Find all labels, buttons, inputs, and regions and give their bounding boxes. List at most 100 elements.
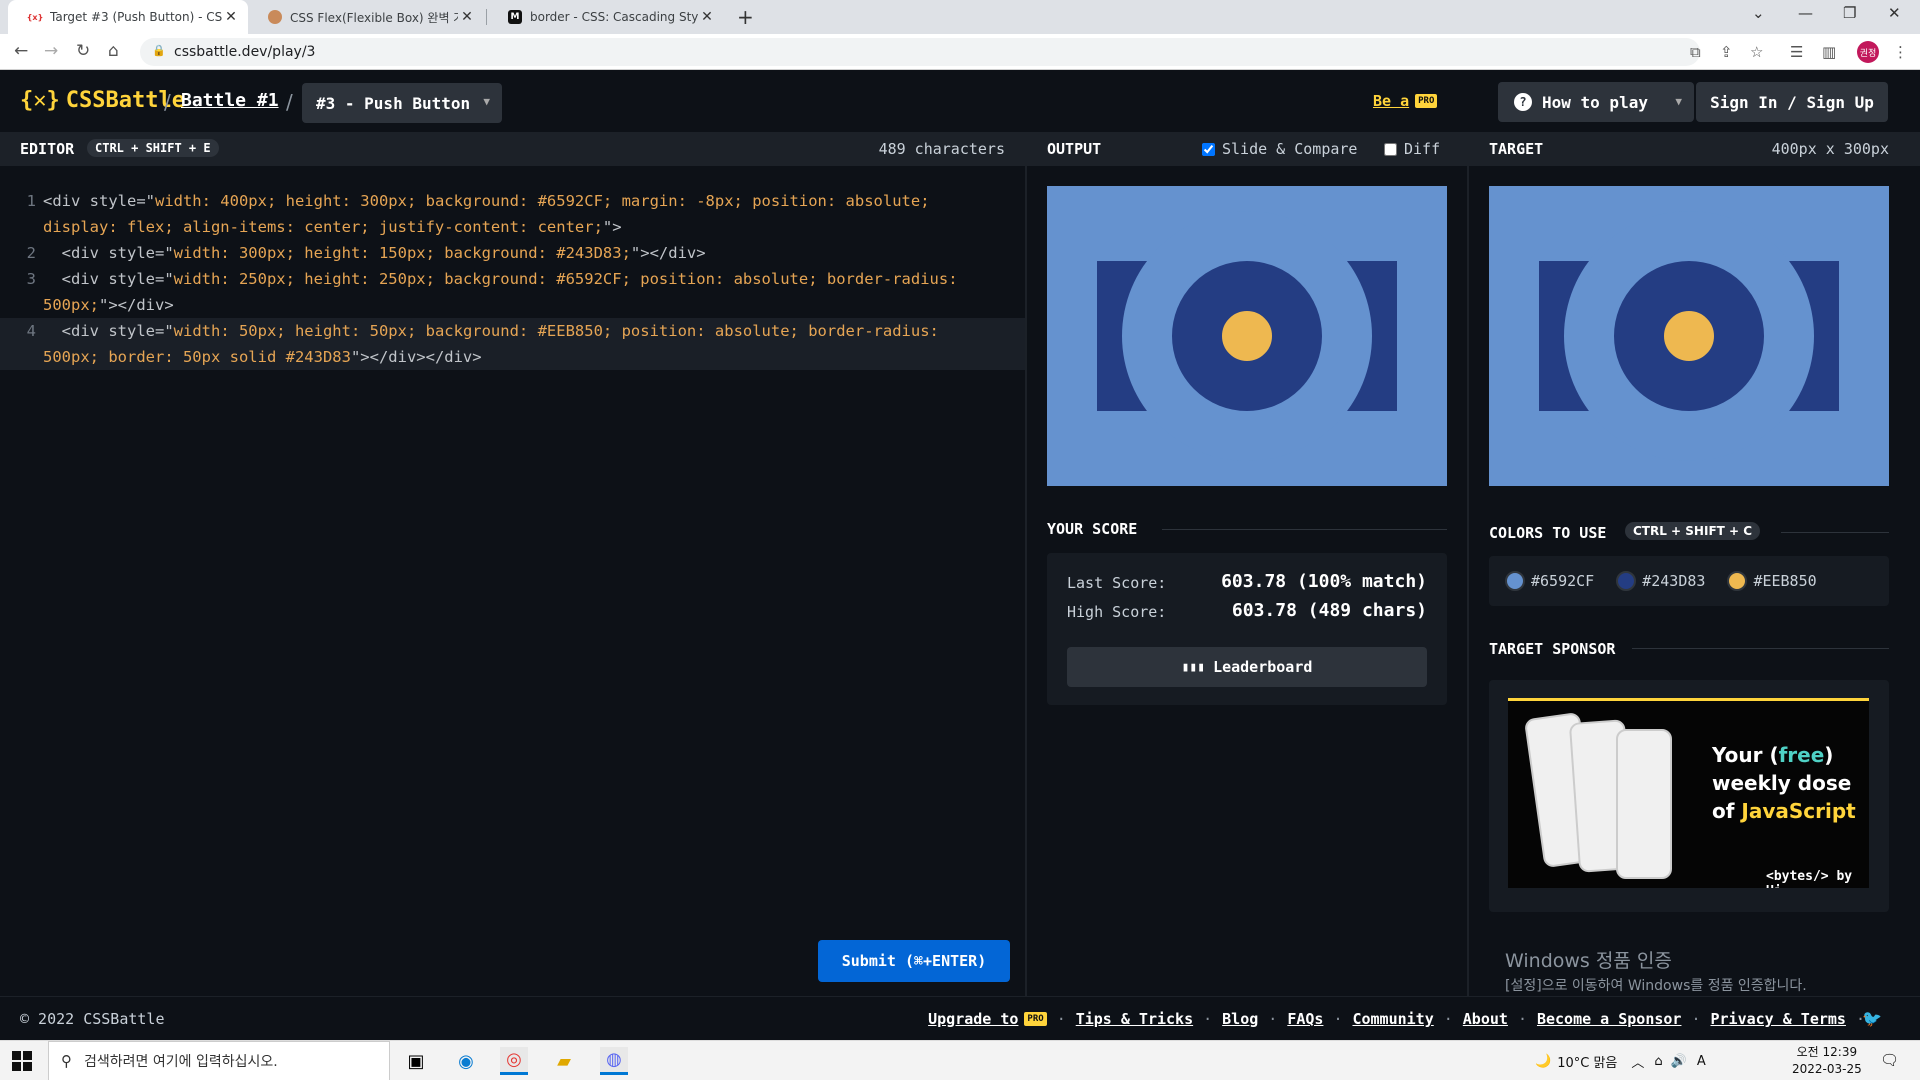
color-swatch[interactable]: #EEB850 bbox=[1727, 571, 1817, 591]
code-line-active[interactable]: 4 <div style="width: 50px; height: 50px;… bbox=[0, 318, 1025, 370]
cssbattle-logo[interactable]: {✕} CSSBattle bbox=[20, 88, 185, 113]
notification-icon[interactable]: 🗨 bbox=[1880, 1051, 1899, 1069]
twitter-icon[interactable]: 🐦 bbox=[1862, 1009, 1882, 1028]
taskbar-search-box[interactable]: ⚲ 검색하려면 여기에 입력하십시오. bbox=[48, 1041, 390, 1080]
close-tab-icon[interactable]: ✕ bbox=[222, 9, 240, 25]
sponsor-banner-image[interactable]: Your (free) weekly dose of JavaScript <b… bbox=[1508, 698, 1869, 888]
clock-time: 오전 12:39 bbox=[1796, 1045, 1858, 1059]
target-header: TARGET 400px x 300px bbox=[1469, 132, 1920, 166]
footer-link-faqs[interactable]: FAQs bbox=[1287, 1010, 1323, 1028]
chrome-icon[interactable]: ◎ bbox=[500, 1047, 528, 1075]
bookmark-star-icon[interactable]: ☆ bbox=[1750, 43, 1763, 61]
question-icon: ? bbox=[1514, 93, 1532, 111]
browser-tab-mdn-border[interactable]: M border - CSS: Cascading Style Sheets ✕ bbox=[488, 0, 724, 34]
color-swatch[interactable]: #6592CF bbox=[1505, 571, 1594, 591]
chevron-down-icon: ▼ bbox=[1675, 95, 1682, 108]
taskbar-clock[interactable]: 오전 12:39 2022-03-25 bbox=[1792, 1044, 1862, 1078]
tab-title: Target #3 (Push Button) - CSSBattle bbox=[50, 10, 222, 24]
browser-tab-cssbattle[interactable]: {x} Target #3 (Push Button) - CSSBattle … bbox=[8, 0, 248, 34]
editor-header: EDITOR CTRL + SHIFT + E 489 characters bbox=[0, 132, 1025, 166]
leaderboard-button[interactable]: ▮▮▮ Leaderboard bbox=[1067, 647, 1427, 687]
sponsor-card[interactable]: Your (free) weekly dose of JavaScript <b… bbox=[1489, 680, 1889, 912]
footer-link-community[interactable]: Community bbox=[1352, 1010, 1433, 1028]
discord-icon[interactable]: ◍ bbox=[600, 1047, 628, 1075]
home-icon[interactable]: ⌂ bbox=[108, 41, 119, 61]
system-tray: 🌙 10°C 맑음 ︿ ⌂ 🔊 A bbox=[1535, 1041, 1706, 1080]
sign-in-button[interactable]: Sign In / Sign Up bbox=[1696, 82, 1888, 122]
network-icon[interactable]: ⌂ bbox=[1654, 1054, 1662, 1069]
color-dot bbox=[1727, 571, 1748, 591]
code-editor[interactable]: 1 <div style="width: 400px; height: 300p… bbox=[0, 166, 1025, 996]
output-title: OUTPUT bbox=[1047, 140, 1102, 158]
code-line[interactable]: 1 <div style="width: 400px; height: 300p… bbox=[0, 188, 1025, 240]
code-text: <div style="width: 50px; height: 50px; b… bbox=[43, 322, 949, 366]
slide-compare-checkbox[interactable] bbox=[1202, 142, 1215, 156]
chevron-down-icon: ▼ bbox=[483, 95, 490, 108]
task-view-icon[interactable]: ▣ bbox=[402, 1047, 430, 1075]
leaderboard-label: Leaderboard bbox=[1213, 658, 1313, 676]
editor-shortcut-badge: CTRL + SHIFT + E bbox=[87, 139, 219, 157]
bar-chart-icon: ▮▮▮ bbox=[1181, 659, 1206, 675]
speaker-icon[interactable]: 🔊 bbox=[1671, 1054, 1687, 1069]
address-bar[interactable]: 🔒 cssbattle.dev/play/3 bbox=[140, 38, 1700, 66]
restore-icon[interactable]: ❐ bbox=[1843, 4, 1856, 22]
reading-list-icon[interactable]: ☰ bbox=[1790, 43, 1803, 61]
code-line[interactable]: 3 <div style="width: 250px; height: 250p… bbox=[0, 266, 1025, 318]
target-size: 400px x 300px bbox=[1771, 140, 1889, 158]
diff-label: Diff bbox=[1404, 140, 1441, 158]
submit-button[interactable]: Submit (⌘+ENTER) bbox=[818, 940, 1010, 982]
output-render bbox=[1047, 186, 1447, 486]
close-tab-icon[interactable]: ✕ bbox=[698, 9, 716, 25]
ime-indicator[interactable]: A bbox=[1697, 1054, 1706, 1069]
target-select-label: #3 - Push Button bbox=[316, 93, 471, 113]
forward-icon[interactable]: → bbox=[44, 41, 58, 61]
diff-toggle[interactable]: Diff bbox=[1384, 140, 1440, 158]
line-number: 4 bbox=[26, 322, 36, 340]
weather-moon-icon: 🌙 bbox=[1535, 1053, 1552, 1069]
edge-icon[interactable]: ◉ bbox=[452, 1047, 480, 1075]
colors-to-use-title: COLORS TO USE bbox=[1489, 524, 1607, 542]
footer-link-tips[interactable]: Tips & Tricks bbox=[1076, 1010, 1193, 1028]
be-a-pro-link[interactable]: Be a PRO bbox=[1373, 92, 1438, 110]
lock-icon[interactable]: 🔒 bbox=[152, 44, 166, 57]
target-preview bbox=[1489, 186, 1889, 486]
browser-toolbar: ← → ↻ ⌂ 🔒 cssbattle.dev/play/3 ⧉ ⇪ ☆ ☰ ▥… bbox=[0, 34, 1920, 70]
minimize-icon[interactable]: — bbox=[1798, 4, 1813, 22]
close-tab-icon[interactable]: ✕ bbox=[458, 9, 476, 25]
line-number: 1 bbox=[26, 192, 36, 210]
activation-title: Windows 정품 인증 bbox=[1505, 950, 1672, 972]
footer-link-blog[interactable]: Blog bbox=[1222, 1010, 1258, 1028]
footer-link-about[interactable]: About bbox=[1463, 1010, 1508, 1028]
phone-mockup-image bbox=[1616, 729, 1672, 879]
weather-text[interactable]: 10°C 맑음 bbox=[1557, 1052, 1617, 1071]
browser-menu-icon[interactable]: ⋮ bbox=[1893, 43, 1908, 61]
file-explorer-icon[interactable]: ▰ bbox=[550, 1047, 578, 1075]
target-select-dropdown[interactable]: #3 - Push Button ▼ bbox=[302, 83, 502, 123]
reload-icon[interactable]: ↻ bbox=[76, 41, 90, 61]
code-line[interactable]: 2 <div style="width: 300px; height: 150p… bbox=[0, 240, 1025, 266]
tab-search-chevron-icon[interactable]: ⌄ bbox=[1752, 4, 1765, 22]
windows-start-icon[interactable] bbox=[12, 1051, 32, 1071]
share-icon[interactable]: ⇪ bbox=[1720, 43, 1733, 61]
target-sponsor-title: TARGET SPONSOR bbox=[1489, 640, 1616, 658]
pro-badge: PRO bbox=[1024, 1012, 1047, 1026]
clock-date: 2022-03-25 bbox=[1792, 1062, 1862, 1076]
color-swatch[interactable]: #243D83 bbox=[1616, 571, 1705, 591]
battle-link[interactable]: Battle #1 bbox=[181, 90, 279, 111]
footer-link-sponsor[interactable]: Become a Sponsor bbox=[1537, 1010, 1682, 1028]
be-a-label: Be a bbox=[1373, 92, 1410, 110]
output-preview[interactable] bbox=[1047, 186, 1447, 486]
diff-checkbox[interactable] bbox=[1384, 142, 1397, 156]
slide-compare-toggle[interactable]: Slide & Compare bbox=[1202, 140, 1357, 158]
back-icon[interactable]: ← bbox=[14, 41, 28, 61]
side-panel-icon[interactable]: ▥ bbox=[1822, 43, 1836, 61]
browser-tab-css-flex[interactable]: CSS Flex(Flexible Box) 완벽 가이드 ✕ bbox=[248, 0, 484, 34]
how-to-play-button[interactable]: ? How to play ▼ bbox=[1498, 82, 1694, 122]
translate-icon[interactable]: ⧉ bbox=[1690, 43, 1701, 61]
profile-avatar[interactable]: 권정 bbox=[1857, 41, 1879, 63]
new-tab-icon[interactable]: + bbox=[737, 5, 754, 29]
close-window-icon[interactable]: ✕ bbox=[1888, 4, 1901, 22]
footer-link-upgrade[interactable]: Upgrade to bbox=[928, 1010, 1018, 1028]
tray-chevron-icon[interactable]: ︿ bbox=[1631, 1052, 1644, 1071]
footer-link-privacy[interactable]: Privacy & Terms bbox=[1711, 1010, 1846, 1028]
